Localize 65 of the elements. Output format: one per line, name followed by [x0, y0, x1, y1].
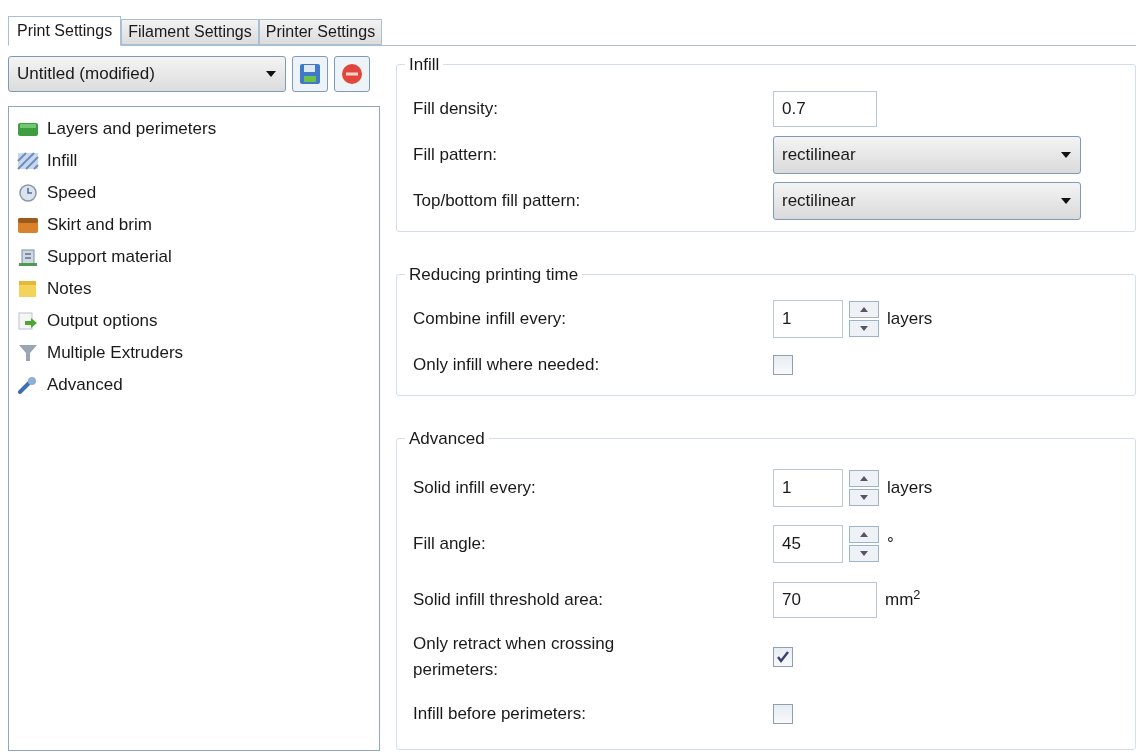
- down-arrow-icon: [860, 326, 868, 331]
- arrow-page-icon: [17, 312, 39, 330]
- checkbox[interactable]: [773, 647, 793, 667]
- up-arrow-icon: [860, 532, 868, 537]
- field-label: Fill density:: [413, 98, 500, 120]
- hatch-icon: [17, 152, 39, 170]
- up-arrow-icon: [860, 476, 868, 481]
- input-field[interactable]: 70: [773, 582, 877, 618]
- remove-icon: [340, 62, 364, 86]
- unit-label: layers: [887, 477, 933, 500]
- preset-dropdown[interactable]: Untitled (modified): [8, 56, 286, 92]
- field-label: Solid infill threshold area:: [413, 589, 604, 611]
- field-label: Infill before perimeters:: [413, 703, 587, 725]
- caret-icon: [265, 70, 277, 78]
- spin-field[interactable]: 1: [773, 469, 843, 507]
- up-arrow-icon: [860, 307, 868, 312]
- funnel-icon: [17, 344, 39, 362]
- field-label: Only infill where needed:: [413, 354, 601, 376]
- delete-button[interactable]: [334, 56, 370, 92]
- unit-label: °: [887, 533, 894, 556]
- spin-up-button[interactable]: [849, 526, 879, 543]
- spin-up-button[interactable]: [849, 470, 879, 487]
- sidebar-item[interactable]: Skirt and brim: [17, 209, 158, 241]
- note-icon: [17, 280, 39, 298]
- sidebar-item[interactable]: Infill: [17, 145, 84, 177]
- unit-label: mm$^{2}$: [885, 587, 921, 612]
- field-label: Top/bottom fill pattern:: [413, 190, 582, 212]
- spin-down-button[interactable]: [849, 489, 879, 506]
- caret-icon: [1060, 197, 1072, 205]
- input-field[interactable]: 0.7: [773, 91, 877, 127]
- pattern-dropdown[interactable]: rectilinear: [773, 136, 1081, 174]
- checkbox[interactable]: [773, 704, 793, 724]
- tab[interactable]: Filament Settings: [121, 19, 259, 45]
- field-label: Only retract when crossing perimeters:: [413, 633, 616, 681]
- sidebar-item[interactable]: Advanced: [17, 369, 129, 401]
- clock-icon: [17, 184, 39, 202]
- sidebar-item[interactable]: Speed: [17, 177, 103, 209]
- caret-icon: [1060, 151, 1072, 159]
- wrench-icon: [17, 376, 39, 394]
- field-label: Combine infill every:: [413, 308, 568, 330]
- checkbox[interactable]: [773, 355, 793, 375]
- layers-icon: [17, 120, 39, 138]
- sidebar-item[interactable]: Output options: [17, 305, 164, 337]
- field-label: Fill pattern:: [413, 144, 499, 166]
- sidebar-item[interactable]: Layers and perimeters: [17, 113, 223, 145]
- box-icon: [17, 216, 39, 234]
- spin-field[interactable]: 1: [773, 300, 843, 338]
- pattern-dropdown[interactable]: rectilinear: [773, 182, 1081, 220]
- tab[interactable]: Print Settings: [8, 16, 122, 46]
- down-arrow-icon: [860, 495, 868, 500]
- spin-down-button[interactable]: [849, 545, 879, 562]
- unit-label: layers: [887, 308, 933, 331]
- spin-up-button[interactable]: [849, 301, 879, 318]
- spin-down-button[interactable]: [849, 320, 879, 337]
- down-arrow-icon: [860, 551, 868, 556]
- sidebar-item[interactable]: Notes: [17, 273, 98, 305]
- sidebar-item[interactable]: Support material: [17, 241, 178, 273]
- field-label: Fill angle:: [413, 533, 487, 555]
- checkmark-icon: [776, 650, 790, 664]
- sidebar-item[interactable]: Multiple Extruders: [17, 337, 190, 369]
- field-label: Solid infill every:: [413, 477, 537, 499]
- save-button[interactable]: [292, 56, 328, 92]
- building-icon: [17, 248, 39, 266]
- spin-field[interactable]: 45: [773, 525, 843, 563]
- tab[interactable]: Printer Settings: [258, 19, 383, 45]
